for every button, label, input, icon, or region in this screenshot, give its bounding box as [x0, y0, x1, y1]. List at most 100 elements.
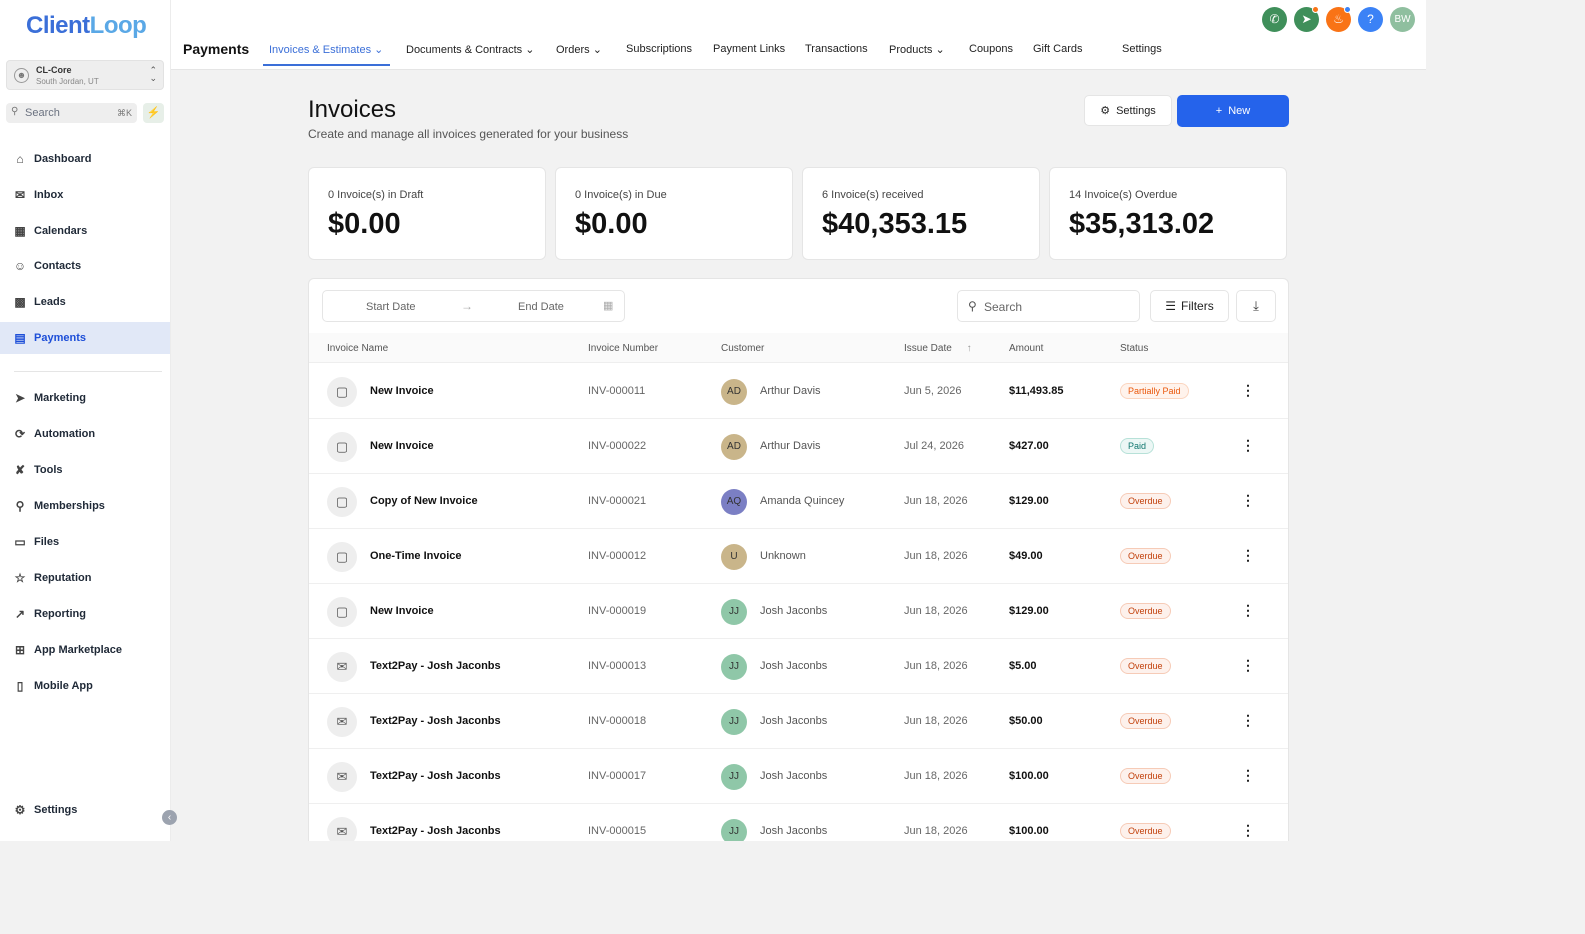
tab-payment-links[interactable]: Payment Links: [713, 43, 785, 55]
table-row[interactable]: ▢ New Invoice INV-000011 AD Arthur Davis Jun …: [309, 364, 1288, 419]
column-customer[interactable]: Customer: [721, 343, 764, 354]
sidebar-item-settings[interactable]: ⚙ Settings: [0, 794, 170, 826]
filters-button[interactable]: ☰ Filters: [1150, 290, 1229, 322]
search-icon: ⚲: [968, 299, 977, 313]
column-amount[interactable]: Amount: [1009, 343, 1043, 354]
date-range-picker[interactable]: Start Date → End Date ▦: [322, 290, 625, 322]
tab-transactions[interactable]: Transactions: [805, 43, 868, 55]
text2pay-icon: ✉: [327, 707, 357, 737]
tab-products[interactable]: Products ⌄: [889, 43, 945, 56]
megaphone-icon: ➤: [14, 391, 26, 405]
more-options-icon[interactable]: ⋮: [1241, 767, 1255, 784]
user-avatar[interactable]: BW: [1390, 7, 1415, 32]
sidebar-item-leads[interactable]: ▩ Leads: [0, 286, 170, 318]
logo[interactable]: ClientLoop: [26, 12, 147, 40]
phone-device-icon: ▯: [16, 679, 24, 693]
sidebar-item-automation[interactable]: ⟳ Automation: [0, 418, 170, 450]
status-badge: Overdue: [1120, 548, 1171, 564]
sidebar-item-contacts[interactable]: ☺ Contacts: [0, 250, 170, 282]
sidebar-item-marketing[interactable]: ➤ Marketing: [0, 382, 170, 414]
customer-avatar: JJ: [721, 654, 747, 680]
sidebar-item-app-marketplace[interactable]: ⊞ App Marketplace: [0, 634, 170, 666]
table-search-input[interactable]: ⚲ Search: [957, 290, 1140, 322]
sidebar-item-mobile-app[interactable]: ▯ Mobile App: [0, 670, 170, 702]
tab-settings[interactable]: Settings: [1122, 43, 1162, 55]
invoice-name[interactable]: New Invoice: [370, 605, 434, 617]
sidebar-item-tools[interactable]: ✘ Tools: [0, 454, 170, 486]
invoice-number: INV-000022: [588, 440, 647, 452]
table-header: Invoice Name Invoice Number Customer Iss…: [309, 333, 1288, 363]
end-date-input[interactable]: End Date: [518, 301, 564, 313]
invoice-name[interactable]: One-Time Invoice: [370, 550, 462, 562]
invoice-name[interactable]: Copy of New Invoice: [370, 495, 478, 507]
table-row[interactable]: ▢ One-Time Invoice INV-000012 U Unknown Jun 1…: [309, 529, 1288, 584]
sidebar-item-memberships[interactable]: ⚲ Memberships: [0, 490, 170, 522]
more-options-icon[interactable]: ⋮: [1241, 437, 1255, 454]
tab-gift-cards[interactable]: Gift Cards: [1033, 43, 1083, 55]
table-row[interactable]: ✉ Text2Pay - Josh Jaconbs INV-000018 JJ Josh…: [309, 694, 1288, 749]
more-options-icon[interactable]: ⋮: [1241, 712, 1255, 729]
sidebar-item-reporting[interactable]: ↗ Reporting: [0, 598, 170, 630]
sidebar-item-inbox[interactable]: ✉ Inbox: [0, 179, 170, 211]
sidebar-search[interactable]: ⚲ Search ⌘K: [6, 103, 137, 123]
invoice-name[interactable]: Text2Pay - Josh Jaconbs: [370, 825, 501, 837]
gear-icon: ⚙: [14, 803, 26, 817]
tab-subscriptions[interactable]: Subscriptions: [626, 43, 692, 55]
tab-documents-contracts[interactable]: Documents & Contracts ⌄: [406, 43, 534, 56]
table-row[interactable]: ▢ New Invoice INV-000019 JJ Josh Jaconbs Jun …: [309, 584, 1288, 639]
table-row[interactable]: ▢ Copy of New Invoice INV-000021 AQ Amanda Q…: [309, 474, 1288, 529]
invoice-name[interactable]: New Invoice: [370, 440, 434, 452]
more-options-icon[interactable]: ⋮: [1241, 822, 1255, 839]
invoice-number: INV-000011: [588, 385, 646, 397]
customer-avatar: JJ: [721, 599, 747, 625]
invoice-name[interactable]: Text2Pay - Josh Jaconbs: [370, 715, 501, 727]
sidebar-item-reputation[interactable]: ☆ Reputation: [0, 562, 170, 594]
invoice-name[interactable]: Text2Pay - Josh Jaconbs: [370, 770, 501, 782]
stat-card-overdue: 14 Invoice(s) Overdue $35,313.02: [1049, 167, 1287, 260]
account-switcher[interactable]: ☻ CL-Core South Jordan, UT ⌃ ⌄: [6, 60, 164, 90]
column-invoice-number[interactable]: Invoice Number: [588, 343, 658, 354]
sidebar-item-payments[interactable]: ▤ Payments: [0, 322, 170, 354]
new-invoice-button[interactable]: + New: [1177, 95, 1289, 127]
collapse-sidebar-icon[interactable]: ‹: [162, 810, 177, 825]
tab-orders[interactable]: Orders ⌄: [556, 43, 602, 56]
table-search-placeholder: Search: [984, 300, 1023, 314]
tab-invoices-estimates[interactable]: Invoices & Estimates ⌄: [269, 43, 383, 56]
tools-icon: ✘: [14, 463, 26, 477]
download-icon[interactable]: ⤓: [1236, 290, 1276, 322]
table-row[interactable]: ✉ Text2Pay - Josh Jaconbs INV-000015 JJ Josh…: [309, 804, 1288, 841]
credit-card-icon: ▤: [14, 331, 26, 345]
document-icon: ▢: [327, 487, 357, 517]
more-options-icon[interactable]: ⋮: [1241, 657, 1255, 674]
table-row[interactable]: ✉ Text2Pay - Josh Jaconbs INV-000017 JJ Josh…: [309, 749, 1288, 804]
column-issue-date[interactable]: Issue Date ↑: [904, 343, 972, 354]
sidebar-item-calendars[interactable]: ▦ Calendars: [0, 215, 170, 247]
gear-icon: ⚙: [1100, 105, 1111, 117]
column-invoice-name[interactable]: Invoice Name: [327, 343, 388, 354]
tab-coupons[interactable]: Coupons: [969, 43, 1013, 55]
quick-action-bolt-icon[interactable]: ⚡: [143, 103, 164, 123]
column-status[interactable]: Status: [1120, 343, 1148, 354]
document-icon: ▢: [327, 597, 357, 627]
start-date-input[interactable]: Start Date: [366, 301, 416, 313]
more-options-icon[interactable]: ⋮: [1241, 602, 1255, 619]
notification-dot: [1344, 6, 1351, 13]
phone-icon[interactable]: ✆: [1262, 7, 1287, 32]
stat-value: $0.00: [575, 208, 648, 240]
sidebar-item-dashboard[interactable]: ⌂ Dashboard: [0, 143, 170, 175]
help-icon[interactable]: ?: [1358, 7, 1383, 32]
settings-button[interactable]: ⚙ Settings: [1084, 95, 1172, 126]
more-options-icon[interactable]: ⋮: [1241, 382, 1255, 399]
status-badge: Paid: [1120, 438, 1155, 454]
invoice-name[interactable]: Text2Pay - Josh Jaconbs: [370, 660, 501, 672]
sidebar-item-files[interactable]: ▭ Files: [0, 526, 170, 558]
more-options-icon[interactable]: ⋮: [1241, 547, 1255, 564]
table-row[interactable]: ▢ New Invoice INV-000022 AD Arthur Davis Jul …: [309, 419, 1288, 474]
invoice-number: INV-000013: [588, 660, 647, 672]
more-options-icon[interactable]: ⋮: [1241, 492, 1255, 509]
table-row[interactable]: ✉ Text2Pay - Josh Jaconbs INV-000013 JJ Josh…: [309, 639, 1288, 694]
invoice-name[interactable]: New Invoice: [370, 385, 434, 397]
text2pay-icon: ✉: [327, 817, 357, 841]
invoice-number: INV-000019: [588, 605, 647, 617]
stat-value: $0.00: [328, 208, 401, 240]
